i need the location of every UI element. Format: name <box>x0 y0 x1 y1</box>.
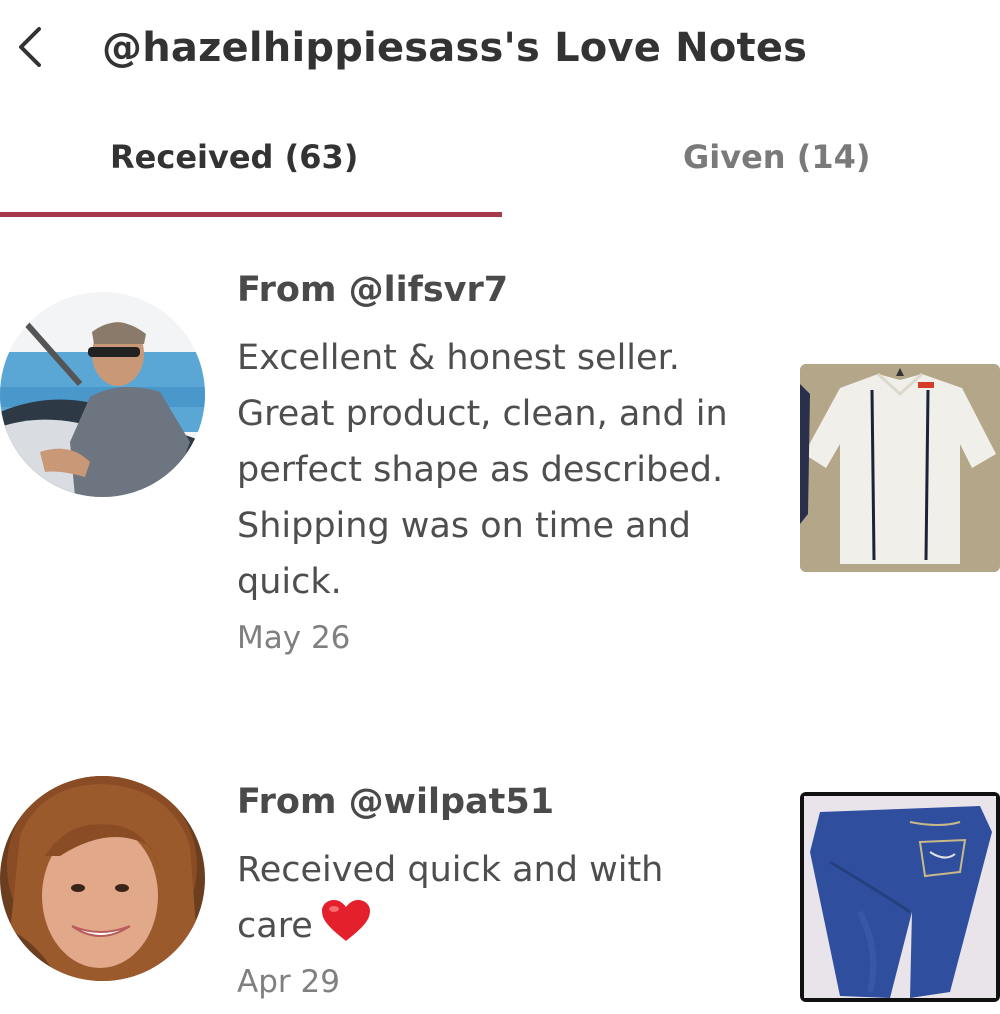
love-note-item: From @lifsvr7 Excellent & honest seller.… <box>0 262 1000 682</box>
note-text-container: Received quick and with care <box>237 842 737 954</box>
note-author-link[interactable]: From @lifsvr7 <box>237 270 508 310</box>
love-note-item: From @wilpat51 Received quick and with c… <box>0 774 1000 1014</box>
blue-jeans-thumbnail <box>800 792 1000 1002</box>
woman-smiling-avatar <box>0 776 205 981</box>
page-title: @hazelhippiesass's Love Notes <box>102 25 808 71</box>
listing-thumbnail[interactable] <box>800 364 1000 572</box>
avatar[interactable] <box>0 292 205 497</box>
note-text: Excellent & honest seller. Great product… <box>237 338 728 602</box>
listing-thumbnail[interactable] <box>800 792 1000 1002</box>
man-on-boat-avatar <box>0 292 205 497</box>
back-button[interactable] <box>8 20 52 74</box>
active-tab-indicator <box>0 212 502 217</box>
tab-given[interactable]: Given (14) <box>683 138 871 176</box>
tab-received[interactable]: Received (63) <box>110 138 358 176</box>
heart-icon <box>321 900 370 941</box>
avatar[interactable] <box>0 776 205 981</box>
note-date: May 26 <box>237 620 351 656</box>
chevron-left-icon <box>19 27 41 67</box>
header-bar: @hazelhippiesass's Love Notes <box>0 0 1000 100</box>
note-author-link[interactable]: From @wilpat51 <box>237 782 554 822</box>
white-shirt-thumbnail <box>800 364 1000 572</box>
tab-bar: Received (63) Given (14) <box>0 120 1000 220</box>
note-text: Received quick and with care <box>237 850 664 946</box>
note-date: Apr 29 <box>237 964 340 1000</box>
